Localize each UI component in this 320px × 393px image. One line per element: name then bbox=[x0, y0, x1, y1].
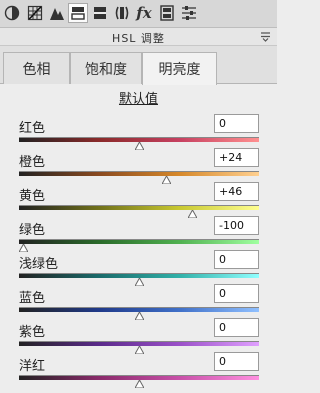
basic-panel-icon[interactable] bbox=[2, 3, 22, 23]
slider-track-yellows[interactable] bbox=[19, 205, 259, 210]
tab-saturation[interactable]: 饱和度 bbox=[70, 52, 142, 84]
slider-label-greens: 绿色 bbox=[19, 223, 46, 238]
panel-header: HSL 调整 bbox=[0, 28, 277, 46]
slider-thumb-blues[interactable] bbox=[134, 312, 144, 320]
panel-toolbar: fx bbox=[0, 0, 277, 28]
value-field-greens[interactable] bbox=[214, 216, 259, 235]
value-field-aquas[interactable] bbox=[214, 250, 259, 269]
default-reset-label[interactable]: 默认值 bbox=[119, 92, 158, 107]
slider-thumb-greens[interactable] bbox=[19, 244, 28, 252]
presets-icon[interactable] bbox=[179, 3, 199, 23]
effects-icon[interactable]: fx bbox=[134, 3, 154, 23]
value-field-blues[interactable] bbox=[214, 284, 259, 303]
slider-thumb-reds[interactable] bbox=[134, 142, 144, 150]
slider-thumb-aquas[interactable] bbox=[134, 278, 144, 286]
slider-thumb-magentas[interactable] bbox=[134, 380, 144, 388]
slider-track-greens[interactable] bbox=[19, 239, 259, 244]
slider-thumb-purples[interactable] bbox=[134, 346, 144, 354]
lens-corrections-icon[interactable] bbox=[112, 3, 132, 23]
camera-calibration-icon[interactable] bbox=[157, 3, 177, 23]
value-field-reds[interactable] bbox=[214, 114, 259, 133]
slider-label-aquas: 浅绿色 bbox=[19, 257, 59, 272]
slider-label-magentas: 洋红 bbox=[19, 359, 46, 374]
value-field-magentas[interactable] bbox=[214, 352, 259, 371]
slider-label-reds: 红色 bbox=[19, 121, 46, 136]
default-reset-link[interactable]: 默认值 bbox=[0, 88, 277, 107]
slider-thumb-yellows[interactable] bbox=[187, 210, 197, 218]
tab-hue[interactable]: 色相 bbox=[3, 52, 70, 84]
slider-track-oranges[interactable] bbox=[19, 171, 259, 176]
tab-luminance[interactable]: 明亮度 bbox=[142, 52, 217, 85]
slider-label-yellows: 黄色 bbox=[19, 189, 46, 204]
panel-menu-icon[interactable] bbox=[260, 31, 271, 42]
split-toning-icon[interactable] bbox=[90, 3, 110, 23]
value-field-oranges[interactable] bbox=[214, 148, 259, 167]
detail-icon[interactable] bbox=[47, 3, 67, 23]
value-field-purples[interactable] bbox=[214, 318, 259, 337]
panel-title: HSL 调整 bbox=[112, 32, 165, 45]
hsl-icon[interactable] bbox=[68, 3, 88, 23]
slider-label-oranges: 橙色 bbox=[19, 155, 46, 170]
slider-thumb-oranges[interactable] bbox=[162, 176, 172, 184]
hsl-tab-bar: 色相 饱和度 明亮度 bbox=[0, 46, 277, 85]
slider-label-purples: 紫色 bbox=[19, 325, 46, 340]
tone-curve-icon[interactable] bbox=[25, 3, 45, 23]
value-field-yellows[interactable] bbox=[214, 182, 259, 201]
slider-label-blues: 蓝色 bbox=[19, 291, 46, 306]
